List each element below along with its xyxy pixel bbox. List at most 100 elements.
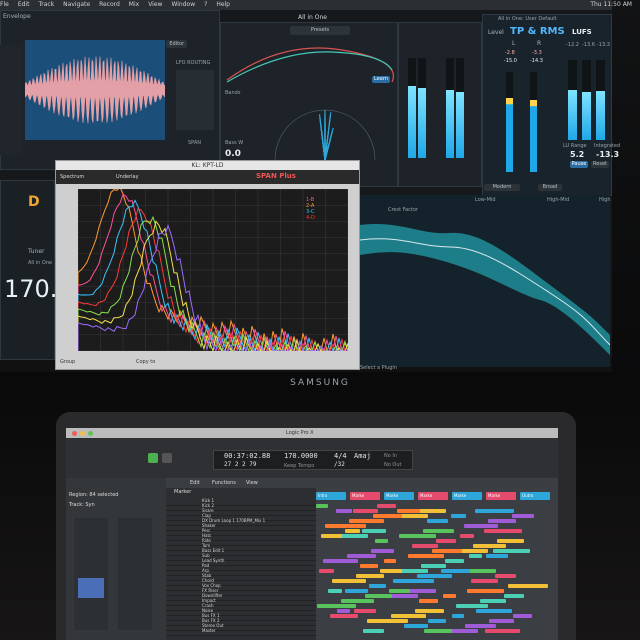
arrange-region[interactable] [399, 534, 436, 538]
arrange-region[interactable] [512, 514, 534, 518]
plugin-toolbar-tab[interactable]: Editor [166, 40, 188, 48]
arrange-region[interactable] [375, 539, 388, 543]
region-label[interactable]: Region: 84 selected [69, 492, 118, 498]
lfo-routing-grid[interactable] [176, 70, 214, 130]
arrange-region[interactable] [419, 599, 438, 603]
arrange-region[interactable] [360, 564, 378, 568]
arrange-region[interactable] [436, 539, 456, 543]
arrange-region[interactable] [471, 579, 498, 583]
arrange-region[interactable] [460, 534, 474, 538]
arrange-region[interactable] [323, 559, 358, 563]
functions-menu[interactable]: Functions [212, 480, 236, 486]
arrange-region[interactable] [328, 589, 342, 593]
arrange-marker[interactable]: Outro [520, 492, 550, 500]
broad-button[interactable]: Broad [538, 184, 562, 191]
pause-button[interactable]: Pause [570, 161, 588, 168]
menubar-item[interactable]: Fle [0, 1, 9, 8]
arrange-region[interactable] [371, 549, 394, 553]
arrange-region[interactable] [489, 619, 514, 623]
arrange-region[interactable] [377, 504, 396, 508]
arrange-region[interactable] [424, 629, 452, 633]
arrange-region[interactable] [475, 509, 514, 513]
menubar-item[interactable]: Help [216, 1, 230, 8]
arrange-region[interactable] [443, 594, 456, 598]
arrange-region[interactable] [412, 544, 438, 548]
arrange-region[interactable] [445, 559, 464, 563]
arrange-region[interactable] [408, 554, 444, 558]
menubar-item[interactable]: ? [204, 1, 207, 8]
arrange-region[interactable] [365, 594, 392, 598]
arrange-region[interactable] [404, 624, 428, 628]
learn-button[interactable]: Learn [372, 76, 390, 83]
arrange-region[interactable] [319, 569, 334, 573]
view-menu[interactable]: View [246, 480, 258, 486]
arrange-region[interactable] [423, 529, 454, 533]
arrange-region[interactable] [476, 609, 512, 613]
arrange-region[interactable] [464, 524, 498, 528]
arrange-region[interactable] [325, 524, 366, 528]
lcd-key[interactable]: Amaj [354, 452, 371, 460]
arrange-region[interactable] [406, 589, 436, 593]
menubar-item[interactable]: Window [171, 1, 195, 8]
arrange-region[interactable] [467, 589, 504, 593]
arrange-region[interactable] [337, 609, 350, 613]
arrange-region[interactable] [504, 594, 524, 598]
arrange-region[interactable] [421, 564, 446, 568]
record-button[interactable] [162, 453, 172, 463]
arrange-region[interactable] [354, 609, 376, 613]
reset-button[interactable]: Reset [591, 161, 609, 168]
menubar-item[interactable]: Mix [129, 1, 139, 8]
arrange-region[interactable] [362, 529, 386, 533]
lcd-signature[interactable]: 4/4 [334, 452, 347, 460]
arrange-region[interactable] [451, 514, 466, 518]
arrange-region[interactable] [452, 614, 464, 618]
arrange-marker[interactable]: Marke [418, 492, 448, 500]
arrange-marker[interactable]: Marke [486, 492, 516, 500]
menubar-item[interactable]: Navigate [63, 1, 90, 8]
play-button[interactable] [148, 453, 158, 463]
menubar-item[interactable]: Track [38, 1, 54, 8]
arrange-region[interactable] [332, 579, 366, 583]
arrange-marker[interactable]: Marke [350, 492, 380, 500]
arrange-region[interactable] [345, 529, 360, 533]
arrange-region[interactable] [384, 559, 396, 563]
arrange-region[interactable] [367, 619, 408, 623]
arrange-region[interactable] [485, 629, 520, 633]
menubar-item[interactable]: Record [99, 1, 120, 8]
arrange-region[interactable] [336, 509, 352, 513]
arrange-region[interactable] [417, 574, 452, 578]
presets-dropdown[interactable]: Presets [290, 26, 350, 35]
minimize-dot[interactable] [80, 431, 85, 436]
arrange-region[interactable] [497, 539, 524, 543]
plugin-slot-highlight[interactable] [78, 578, 104, 598]
arrange-region[interactable] [493, 549, 530, 553]
arrange-marker[interactable]: Marke [452, 492, 482, 500]
arrange-region[interactable] [349, 519, 384, 523]
arrange-marker[interactable]: Intro [316, 492, 346, 500]
arrange-region[interactable] [432, 549, 462, 553]
menubar-item[interactable]: View [148, 1, 162, 8]
arrange-region[interactable] [356, 574, 384, 578]
arrange-region[interactable] [456, 604, 488, 608]
arrange-region[interactable] [373, 514, 402, 518]
span-tab-underlay[interactable]: Underlay [116, 174, 139, 180]
arrange-region[interactable] [441, 569, 470, 573]
arrange-region[interactable] [353, 509, 378, 513]
arrange-region[interactable] [488, 519, 516, 523]
maximize-dot[interactable] [88, 431, 93, 436]
select-plugin-label[interactable]: Select a Plugin [360, 365, 397, 371]
arrange-region[interactable] [484, 529, 522, 533]
arrange-region[interactable] [391, 614, 426, 618]
channel-strip-2[interactable] [118, 518, 152, 630]
arrange-region[interactable] [465, 624, 496, 628]
arrange-region[interactable] [389, 589, 410, 593]
arrange-region[interactable] [397, 509, 420, 513]
arrange-region[interactable] [469, 554, 482, 558]
arrange-region[interactable] [341, 599, 374, 603]
left-slot-strip[interactable] [0, 45, 22, 155]
arrange-region[interactable] [338, 534, 368, 538]
span-tab-spectrum[interactable]: Spectrum [60, 174, 84, 180]
arrange-region[interactable] [495, 574, 516, 578]
close-dot[interactable] [72, 431, 77, 436]
arrange-region[interactable] [321, 534, 342, 538]
